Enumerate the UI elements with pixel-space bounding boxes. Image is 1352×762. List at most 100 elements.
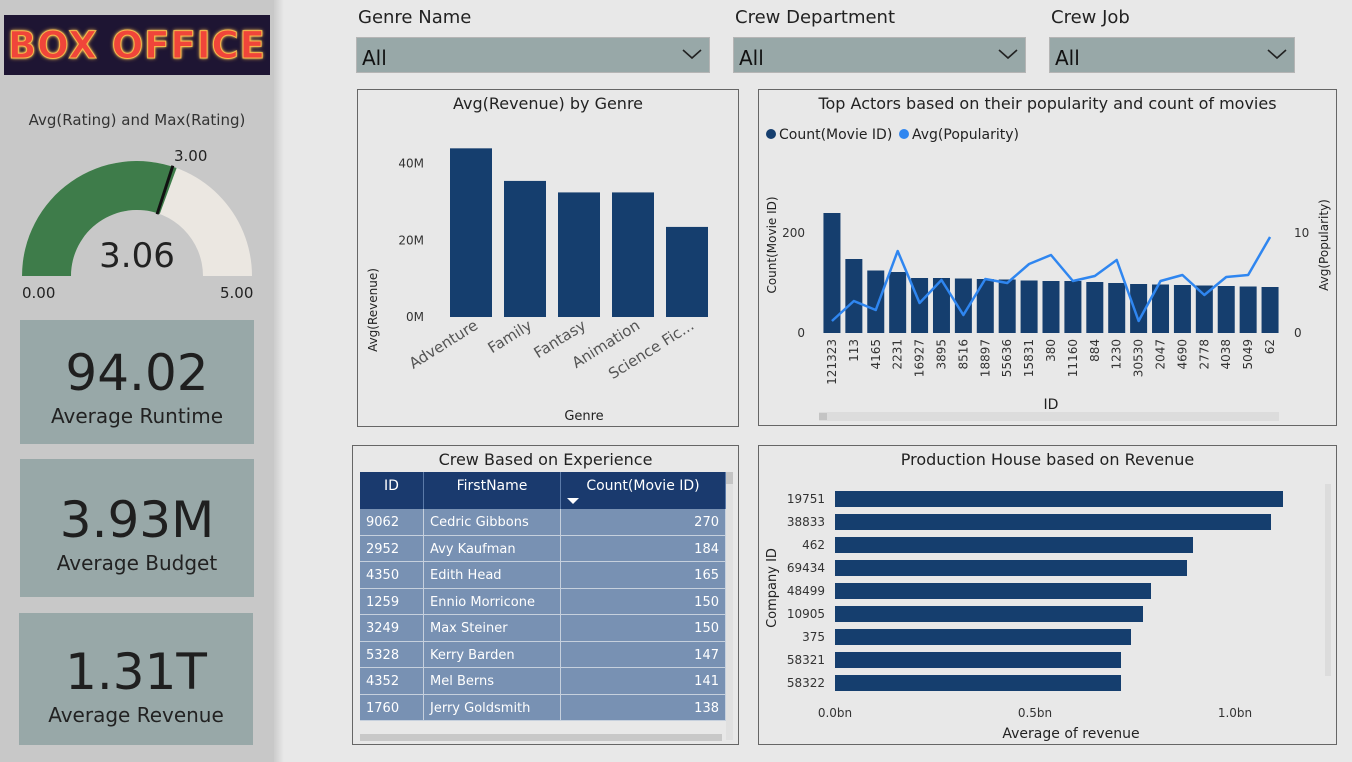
bar-company-462[interactable] [835, 537, 1193, 553]
bar-actor-4690[interactable] [1173, 285, 1191, 333]
y-axis-title: Avg(Revenue) [366, 268, 380, 352]
crew-table[interactable]: ID FirstName Count(Movie ID) 9062 Cedric … [360, 472, 728, 740]
bar-actor-1230[interactable] [1108, 283, 1126, 333]
chevron-down-icon [998, 49, 1018, 60]
x-tick-label: 884 [1088, 339, 1102, 362]
table-title: Crew Based on Experience [438, 450, 653, 469]
y2-tick-label: 10 [1294, 226, 1309, 240]
bar-company-48499[interactable] [835, 583, 1151, 599]
slicer-title-genre: Genre Name [358, 7, 472, 28]
bar-science-fic-[interactable] [666, 226, 708, 317]
x-tick-label: 0.0bn [818, 706, 852, 720]
table-row[interactable]: 4352 Mel Berns 141 [360, 668, 728, 695]
slicer-genre-dropdown[interactable]: All [356, 37, 710, 73]
bar-company-69434[interactable] [835, 560, 1187, 576]
cell-count: 270 [561, 509, 726, 535]
chevron-down-icon [682, 49, 702, 60]
kpi-card-runtime[interactable]: 94.02 Average Runtime [20, 320, 254, 444]
sidebar: BOX OFFICE Avg(Rating) and Max(Rating) 3… [0, 0, 274, 762]
y-tick-label: 69434 [787, 561, 825, 575]
table-row[interactable]: 1259 Ennio Morricone 150 [360, 588, 728, 615]
kpi-card-revenue[interactable]: 1.31T Average Revenue [19, 613, 253, 745]
bar-actor-4038[interactable] [1217, 286, 1235, 333]
kpi-label: Average Budget [56, 551, 218, 575]
genre-revenue-chart[interactable]: Avg(Revenue) Genre 0M 20M 40M Adventure Fami… [358, 90, 738, 426]
vertical-scrollbar[interactable] [1325, 484, 1331, 676]
cell-count: 147 [561, 641, 726, 667]
y-tick-label: 20M [398, 233, 424, 247]
table-row[interactable]: 9062 Cedric Gibbons 270 [360, 509, 728, 536]
crew-table-panel[interactable]: Crew Based on Experience ID FirstName Co… [352, 445, 739, 745]
legend-marker-count [766, 129, 776, 139]
vertical-scrollbar-track[interactable] [726, 472, 733, 740]
bar-actor-4165[interactable] [867, 270, 885, 334]
cell-id: 5328 [360, 641, 424, 667]
gauge-value: 3.06 [99, 236, 175, 276]
cell-firstname: Kerry Barden [424, 641, 561, 667]
logo-text: BOX OFFICE [8, 23, 266, 67]
table-row[interactable]: 5328 Kerry Barden 147 [360, 641, 728, 668]
table-row[interactable]: 1760 Jerry Goldsmith 138 [360, 694, 728, 721]
y-tick-label: 58321 [787, 653, 825, 667]
column-header-id[interactable]: ID [360, 472, 424, 509]
gauge-max-label: 5.00 [220, 284, 254, 302]
table-row[interactable]: 2952 Avy Kaufman 184 [360, 535, 728, 562]
y-axis-title: Company ID [765, 548, 780, 628]
bar-company-19751[interactable] [835, 491, 1283, 507]
slicer-value: All [739, 46, 764, 70]
bar-company-375[interactable] [835, 629, 1131, 645]
kpi-label: Average Revenue [48, 703, 224, 727]
bar-actor-2231[interactable] [889, 272, 907, 333]
x-tick-label: 11160 [1066, 339, 1080, 377]
genre-revenue-chart-panel[interactable]: Avg(Revenue) by Genre Avg(Revenue) Genre… [357, 89, 739, 427]
y2-tick-label: 0 [1294, 326, 1302, 340]
production-house-chart-panel[interactable]: Production House based on Revenue Compan… [758, 445, 1337, 745]
bar-actor-5049[interactable] [1239, 286, 1257, 334]
slicer-title-crew-department: Crew Department [735, 7, 896, 28]
bar-actor-62[interactable] [1261, 287, 1279, 333]
column-header-firstname[interactable]: FirstName [424, 472, 561, 509]
slicer-crew-department-dropdown[interactable]: All [733, 37, 1026, 73]
top-actors-chart-panel[interactable]: Top Actors based on their popularity and… [758, 89, 1337, 426]
bar-company-10905[interactable] [835, 606, 1143, 622]
bar-animation[interactable] [612, 192, 654, 317]
bar-actor-113[interactable] [845, 259, 863, 333]
y-tick-label: 19751 [787, 492, 825, 506]
top-actors-chart[interactable]: Count(Movie ID) Avg(Popularity) Count(Mo… [759, 90, 1336, 425]
bar-company-58322[interactable] [835, 675, 1121, 691]
bar-family[interactable] [504, 180, 546, 317]
bar-company-38833[interactable] [835, 514, 1271, 530]
bar-actor-884[interactable] [1086, 282, 1104, 333]
horizontal-scrollbar-thumb[interactable] [819, 413, 827, 420]
y-tick-label: 462 [802, 538, 825, 552]
cell-count: 138 [561, 694, 726, 720]
y-tick-label: 200 [782, 226, 805, 240]
kpi-label: Average Runtime [50, 404, 224, 428]
bar-actor-11160[interactable] [1064, 281, 1082, 333]
gauge-target-label: 3.00 [174, 147, 208, 165]
bar-actor-2778[interactable] [1195, 285, 1213, 334]
bar-actor-15831[interactable] [1020, 280, 1038, 334]
column-header-count[interactable]: Count(Movie ID) [561, 472, 726, 509]
cell-count: 165 [561, 562, 726, 588]
horizontal-scrollbar[interactable] [360, 734, 722, 741]
vertical-scrollbar-thumb[interactable] [726, 472, 733, 484]
table-row[interactable]: 3249 Max Steiner 150 [360, 615, 728, 642]
y-tick-label: 375 [802, 630, 825, 644]
bar-actor-380[interactable] [1042, 281, 1060, 333]
cell-firstname: Cedric Gibbons [424, 509, 561, 535]
kpi-value: 94.02 [65, 344, 209, 402]
gauge-min-label: 0.00 [22, 284, 56, 302]
bar-fantasy[interactable] [558, 192, 600, 317]
legend-label-count: Count(Movie ID) [779, 127, 892, 143]
production-house-chart[interactable]: Company ID Average of revenue 19751 38833… [759, 446, 1336, 744]
bar-company-58321[interactable] [835, 652, 1121, 668]
horizontal-scrollbar-track[interactable] [819, 412, 1279, 421]
kpi-card-budget[interactable]: 3.93M Average Budget [20, 459, 254, 597]
x-tick-label: 1230 [1110, 339, 1124, 370]
table-row[interactable]: 4350 Edith Head 165 [360, 562, 728, 589]
x-tick-label: 4690 [1175, 339, 1189, 370]
bar-actor-55636[interactable] [998, 279, 1016, 334]
bar-adventure[interactable] [450, 148, 492, 317]
slicer-crew-job-dropdown[interactable]: All [1049, 37, 1295, 73]
